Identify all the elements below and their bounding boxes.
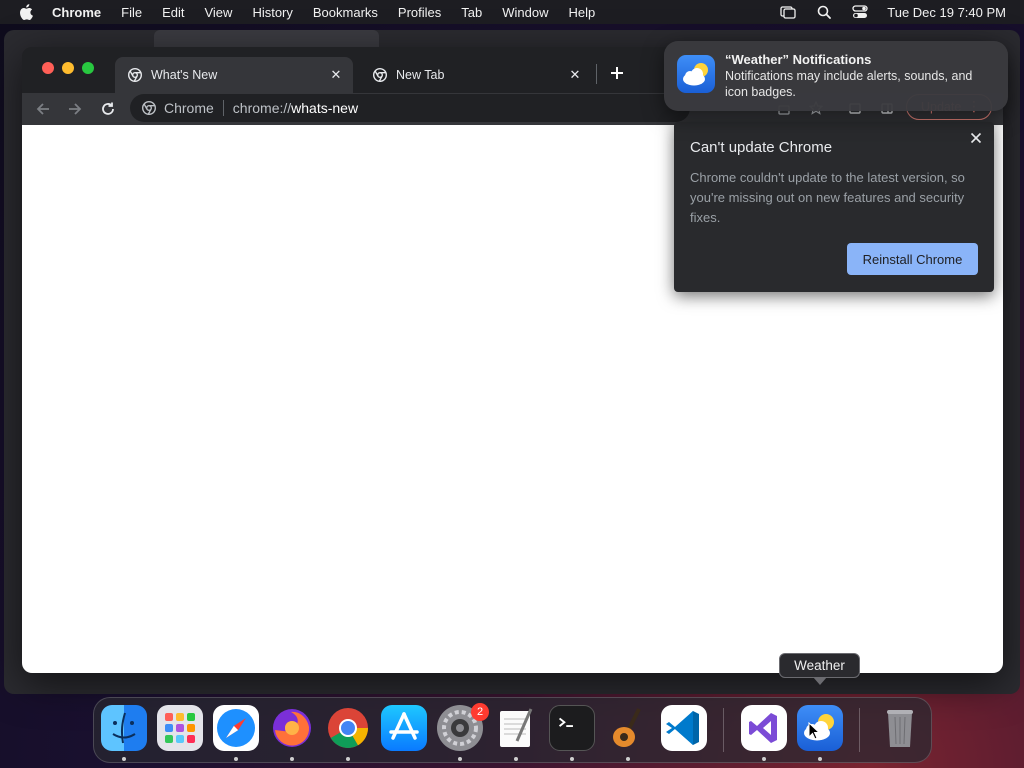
tab-title: New Tab [396, 68, 445, 82]
menu-help[interactable]: Help [569, 5, 596, 20]
menu-history[interactable]: History [252, 5, 292, 20]
control-center-icon[interactable] [851, 4, 869, 20]
running-indicator [346, 757, 350, 761]
terminal-icon[interactable] [549, 705, 595, 751]
background-tab [154, 30, 379, 48]
url-scheme: chrome:// [232, 100, 292, 116]
garageband-icon[interactable] [605, 705, 651, 751]
menubar-clock[interactable]: Tue Dec 19 7:40 PM [887, 5, 1006, 20]
launchpad-icon[interactable] [157, 705, 203, 751]
running-indicator [818, 757, 822, 761]
window-zoom-button[interactable] [82, 62, 94, 74]
running-indicator [234, 757, 238, 761]
update-error-dialog: Can't update Chrome Chrome couldn't upda… [674, 122, 994, 292]
visual-studio-code-icon[interactable] [661, 705, 707, 751]
window-minimize-button[interactable] [62, 62, 74, 74]
running-indicator [570, 757, 574, 761]
tab-separator [596, 64, 597, 84]
dock-separator [859, 708, 860, 752]
chrome-icon [128, 68, 142, 82]
running-indicator [762, 757, 766, 761]
google-chrome-icon[interactable] [325, 705, 371, 751]
menu-window[interactable]: Window [502, 5, 548, 20]
site-label: Chrome [164, 100, 214, 116]
arrow-right-icon [69, 103, 82, 115]
dialog-body: Chrome couldn't update to the latest ver… [690, 170, 965, 225]
menu-bar: Chrome File Edit View History Bookmarks … [0, 0, 1024, 24]
screen-mirroring-icon[interactable] [779, 4, 797, 20]
dialog-title: Can't update Chrome [690, 139, 833, 156]
trash-icon[interactable] [877, 705, 923, 751]
dock: 2 [93, 697, 932, 763]
chrome-icon [373, 68, 387, 82]
omnibox-divider [222, 100, 224, 116]
menu-bookmarks[interactable]: Bookmarks [313, 5, 378, 20]
mouse-cursor-icon [808, 722, 820, 740]
menu-view[interactable]: View [204, 5, 232, 20]
weather-notification[interactable]: “Weather” Notifications Notifications ma… [664, 41, 1008, 111]
arrow-left-icon [36, 103, 49, 115]
tooltip-arrow [813, 677, 827, 685]
weather-icon[interactable] [797, 705, 843, 751]
reload-icon [102, 102, 114, 115]
notification-title: “Weather” Notifications [725, 52, 872, 67]
running-indicator [626, 757, 630, 761]
reinstall-chrome-button[interactable]: Reinstall Chrome [847, 243, 978, 275]
menu-file[interactable]: File [121, 5, 142, 20]
apple-menu-icon[interactable] [19, 4, 33, 20]
notification-badge: 2 [471, 703, 489, 721]
tab-title: What's New [151, 68, 218, 82]
reload-button[interactable] [97, 98, 119, 120]
plus-icon [611, 67, 623, 79]
window-close-button[interactable] [42, 62, 54, 74]
textedit-icon[interactable] [493, 705, 539, 751]
weather-icon [677, 55, 715, 93]
new-tab-button[interactable] [606, 62, 628, 84]
address-bar[interactable]: Chrome chrome://whats-new [130, 94, 690, 122]
running-indicator [290, 757, 294, 761]
close-icon[interactable] [968, 130, 984, 146]
url-host: whats-new [291, 100, 359, 116]
notification-body: Notifications may include alerts, sounds… [725, 69, 973, 99]
spotlight-search-icon[interactable] [815, 4, 833, 20]
menu-profiles[interactable]: Profiles [398, 5, 441, 20]
running-indicator [122, 757, 126, 761]
menu-tab[interactable]: Tab [461, 5, 482, 20]
finder-icon[interactable] [101, 705, 147, 751]
tab-close-icon[interactable]: ✕ [567, 67, 583, 83]
running-indicator [458, 757, 462, 761]
visual-studio-icon[interactable] [741, 705, 787, 751]
tab-whats-new[interactable]: What's New ✕ [115, 57, 353, 93]
app-store-icon[interactable] [381, 705, 427, 751]
menu-edit[interactable]: Edit [162, 5, 184, 20]
menu-app-name[interactable]: Chrome [52, 5, 101, 20]
dock-tooltip: Weather [779, 653, 860, 678]
running-indicator [514, 757, 518, 761]
chrome-icon [142, 101, 156, 115]
forward-button[interactable] [64, 98, 86, 120]
tab-new-tab[interactable]: New Tab ✕ [360, 57, 592, 93]
tab-close-icon[interactable]: ✕ [328, 67, 344, 83]
firefox-icon[interactable] [269, 705, 315, 751]
dock-separator [723, 708, 724, 752]
safari-icon[interactable] [213, 705, 259, 751]
back-button[interactable] [32, 98, 54, 120]
